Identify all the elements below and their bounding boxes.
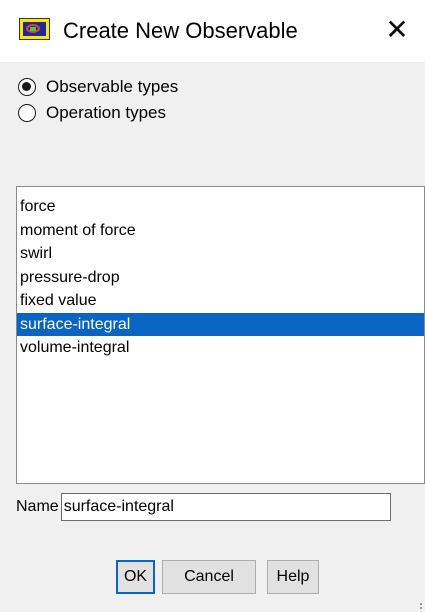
ok-button[interactable]: OK xyxy=(116,560,155,594)
type-radio-group: Observable types Operation types xyxy=(18,74,178,126)
radio-operation-types[interactable]: Operation types xyxy=(18,100,178,126)
list-item[interactable]: volume-integral xyxy=(17,336,424,360)
radio-button-unchecked[interactable] xyxy=(18,104,36,122)
name-row: Name xyxy=(16,493,391,521)
help-button[interactable]: Help xyxy=(267,560,319,594)
list-item-selected[interactable]: surface-integral xyxy=(17,312,424,336)
help-button-label: Help xyxy=(276,568,310,585)
list-item[interactable]: force xyxy=(17,195,424,219)
list-item[interactable]: moment of force xyxy=(17,219,424,243)
app-icon xyxy=(19,18,50,40)
window-title: Create New Observable xyxy=(63,18,298,43)
list-item[interactable]: swirl xyxy=(17,242,424,266)
create-new-observable-dialog: Create New Observable ✕ Observable types… xyxy=(0,0,425,612)
radio-label-observable-types: Observable types xyxy=(46,77,179,96)
title-bar: Create New Observable ✕ xyxy=(0,0,425,62)
radio-label-operation-types: Operation types xyxy=(46,103,167,122)
list-item[interactable]: fixed value xyxy=(17,289,424,313)
name-label: Name xyxy=(16,498,59,515)
list-item[interactable]: pressure-drop xyxy=(17,266,424,290)
radio-button-checked[interactable] xyxy=(18,78,36,96)
ok-button-label: OK xyxy=(123,568,148,585)
name-input[interactable] xyxy=(60,493,391,521)
resize-grip[interactable] xyxy=(417,603,422,609)
cancel-button[interactable]: Cancel xyxy=(162,560,256,594)
radio-observable-types[interactable]: Observable types xyxy=(18,74,178,100)
button-row: OK Cancel Help xyxy=(0,560,425,596)
observable-list[interactable]: force moment of force swirl pressure-dro… xyxy=(16,186,425,484)
cancel-button-label: Cancel xyxy=(184,568,234,585)
close-button[interactable]: ✕ xyxy=(380,13,414,47)
close-icon: ✕ xyxy=(385,14,409,45)
